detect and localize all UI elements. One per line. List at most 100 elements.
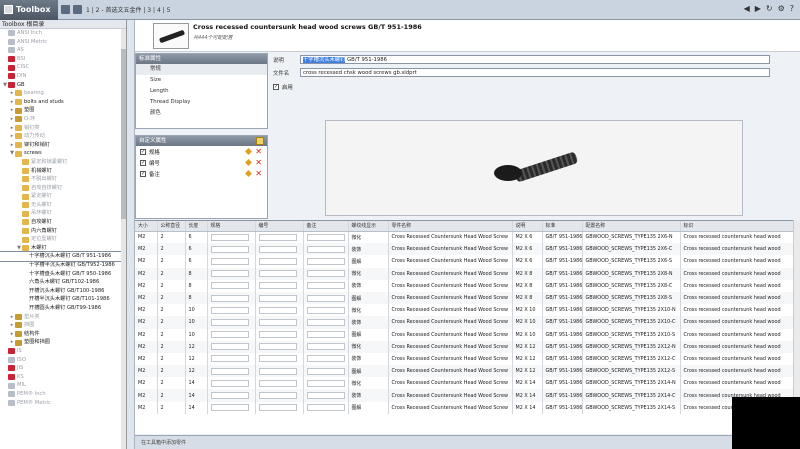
cell-input[interactable] (306, 355, 345, 363)
tree-item[interactable]: IS (0, 347, 126, 356)
tree-item[interactable]: ▸ 结构件 (0, 330, 126, 339)
tree-item[interactable]: ▸ 垫圈和挡圈 (0, 338, 126, 347)
tree-item[interactable]: KS (0, 373, 126, 382)
cell-input[interactable] (258, 343, 297, 351)
cell-input[interactable] (306, 392, 345, 400)
column-header[interactable]: 大小 (135, 221, 158, 232)
cell-input[interactable] (306, 404, 345, 412)
table-cell[interactable] (303, 231, 349, 244)
refresh-icon[interactable]: ↻ (766, 4, 773, 13)
tree-item[interactable]: DIN (0, 72, 126, 81)
tree-item[interactable]: ▸ 垫片类 (0, 313, 126, 322)
tree-item[interactable]: 开槽沉头木螺钉 GB/T100-1986 (0, 287, 126, 296)
save-icon[interactable] (61, 5, 70, 14)
tree-item[interactable]: AS (0, 46, 126, 55)
cell-input[interactable] (210, 404, 249, 412)
table-cell[interactable] (303, 291, 349, 305)
scroll-thumb[interactable] (121, 49, 126, 219)
cell-input[interactable] (258, 318, 297, 326)
cell-input[interactable] (258, 367, 297, 375)
column-header[interactable]: 规格 (207, 221, 256, 232)
settings-icon[interactable]: ⚙ (778, 4, 785, 13)
cell-input[interactable] (210, 282, 249, 290)
tree-item[interactable]: ANSI Inch (0, 29, 126, 38)
table-cell[interactable] (207, 231, 256, 244)
table-row[interactable]: M2 2 12 装饰 Cross Recessed Countersunk Head W… (135, 352, 800, 366)
cell-input[interactable] (306, 318, 345, 326)
column-header[interactable]: 配置名称 (582, 221, 681, 232)
tree-scrollbar[interactable] (121, 29, 126, 449)
app-menu-button[interactable]: Toolbox (0, 0, 58, 20)
table-row[interactable]: M2 2 8 微化 Cross Recessed Countersunk Head Wo… (135, 267, 800, 280)
filename-field[interactable]: cross recessed chsk wood screws gb.sldpr… (300, 68, 770, 77)
tree-item[interactable]: ANSI Metric (0, 38, 126, 47)
tree-item[interactable]: 十字槽盘头木螺钉 GB/T 950-1986 (0, 270, 126, 279)
table-cell[interactable] (303, 365, 349, 378)
page-tabs[interactable]: 1 | 2 - 首选文五金件 | 3 | 4 | 5 (86, 5, 170, 14)
tree-item[interactable]: 十字槽半沉头木螺钉 GB/T952-1986 (0, 261, 126, 270)
panel-splitter[interactable] (127, 20, 135, 449)
table-cell[interactable] (303, 377, 349, 390)
table-cell[interactable] (255, 231, 304, 244)
tree-item[interactable]: 十字槽沉头木螺钉 GB/T 951-1986 (0, 251, 126, 262)
cell-input[interactable] (306, 282, 345, 290)
cell-input[interactable] (210, 318, 249, 326)
column-header[interactable]: 螺纹线显示 (348, 221, 389, 232)
table-row[interactable]: M2 2 14 图解 Cross Recessed Countersunk Head W… (135, 401, 800, 414)
cell-input[interactable] (306, 270, 345, 278)
table-cell[interactable] (207, 304, 256, 317)
tree-item[interactable]: 自攻自挤螺钉 (0, 184, 126, 193)
tree-item[interactable]: ▸ 垫圈 (0, 106, 126, 115)
cell-input[interactable] (258, 392, 297, 400)
table-cell[interactable] (207, 401, 256, 414)
edit-pencil-icon[interactable] (245, 148, 253, 155)
custom-property-checkbox[interactable]: ✓ (140, 170, 146, 177)
property-item[interactable]: Size (136, 75, 267, 86)
cell-input[interactable] (258, 306, 297, 314)
tree-item[interactable]: 六角头木螺钉 GB/T102-1986 (0, 278, 126, 287)
forward-icon[interactable]: ▶ (755, 4, 761, 13)
table-cell[interactable] (303, 401, 349, 414)
tree-item[interactable]: ▸ bearing (0, 89, 126, 98)
table-cell[interactable] (255, 340, 304, 353)
table-cell[interactable] (207, 352, 256, 366)
tree-header[interactable]: Toolbox 根目录 (0, 20, 126, 29)
table-cell[interactable] (303, 328, 349, 341)
delete-icon[interactable]: ✕ (255, 158, 262, 167)
cell-input[interactable] (258, 379, 297, 387)
property-item[interactable]: Thread Display (136, 97, 267, 108)
tree-item[interactable]: 开槽圆头木螺钉 GB/T99-1986 (0, 304, 126, 313)
column-header[interactable]: 零件名称 (388, 221, 513, 232)
tree-item[interactable]: 机械螺钉 (0, 167, 126, 176)
table-cell[interactable] (255, 401, 304, 414)
table-cell[interactable] (207, 279, 256, 292)
enable-checkbox[interactable]: ✓ (273, 84, 279, 90)
cell-input[interactable] (210, 257, 249, 265)
table-cell[interactable] (303, 279, 349, 292)
table-cell[interactable] (255, 365, 304, 378)
table-row[interactable]: M2 2 6 微化 Cross Recessed Countersunk Head Wo… (135, 231, 800, 244)
tree-item[interactable]: 不脱出螺钉 (0, 175, 126, 184)
cell-input[interactable] (258, 331, 297, 339)
column-header[interactable]: 编号 (255, 221, 304, 232)
grid-icon[interactable] (73, 5, 82, 14)
cell-input[interactable] (306, 294, 345, 302)
cell-input[interactable] (210, 379, 249, 387)
cell-input[interactable] (306, 306, 345, 314)
tree-item[interactable]: 无头螺钉 (0, 201, 126, 210)
table-row[interactable]: M2 2 12 微化 Cross Recessed Countersunk Head W… (135, 340, 800, 353)
table-row[interactable]: M2 2 10 图解 Cross Recessed Countersunk Head W… (135, 328, 800, 341)
cell-input[interactable] (306, 379, 345, 387)
custom-property-checkbox[interactable]: ✓ (140, 148, 146, 155)
table-cell[interactable] (207, 389, 256, 402)
tree-item[interactable]: CISC (0, 63, 126, 72)
column-header[interactable]: 公称直径 (157, 221, 186, 232)
table-row[interactable]: M2 2 10 微化 Cross Recessed Countersunk Head W… (135, 304, 800, 317)
cell-input[interactable] (258, 294, 297, 302)
add-property-icon[interactable] (256, 137, 264, 145)
back-icon[interactable]: ◀ (744, 4, 750, 13)
table-row[interactable]: M2 2 14 装饰 Cross Recessed Countersunk Head W… (135, 389, 800, 402)
table-cell[interactable] (255, 352, 304, 366)
tree-item[interactable]: JIS (0, 364, 126, 373)
cell-input[interactable] (210, 270, 249, 278)
